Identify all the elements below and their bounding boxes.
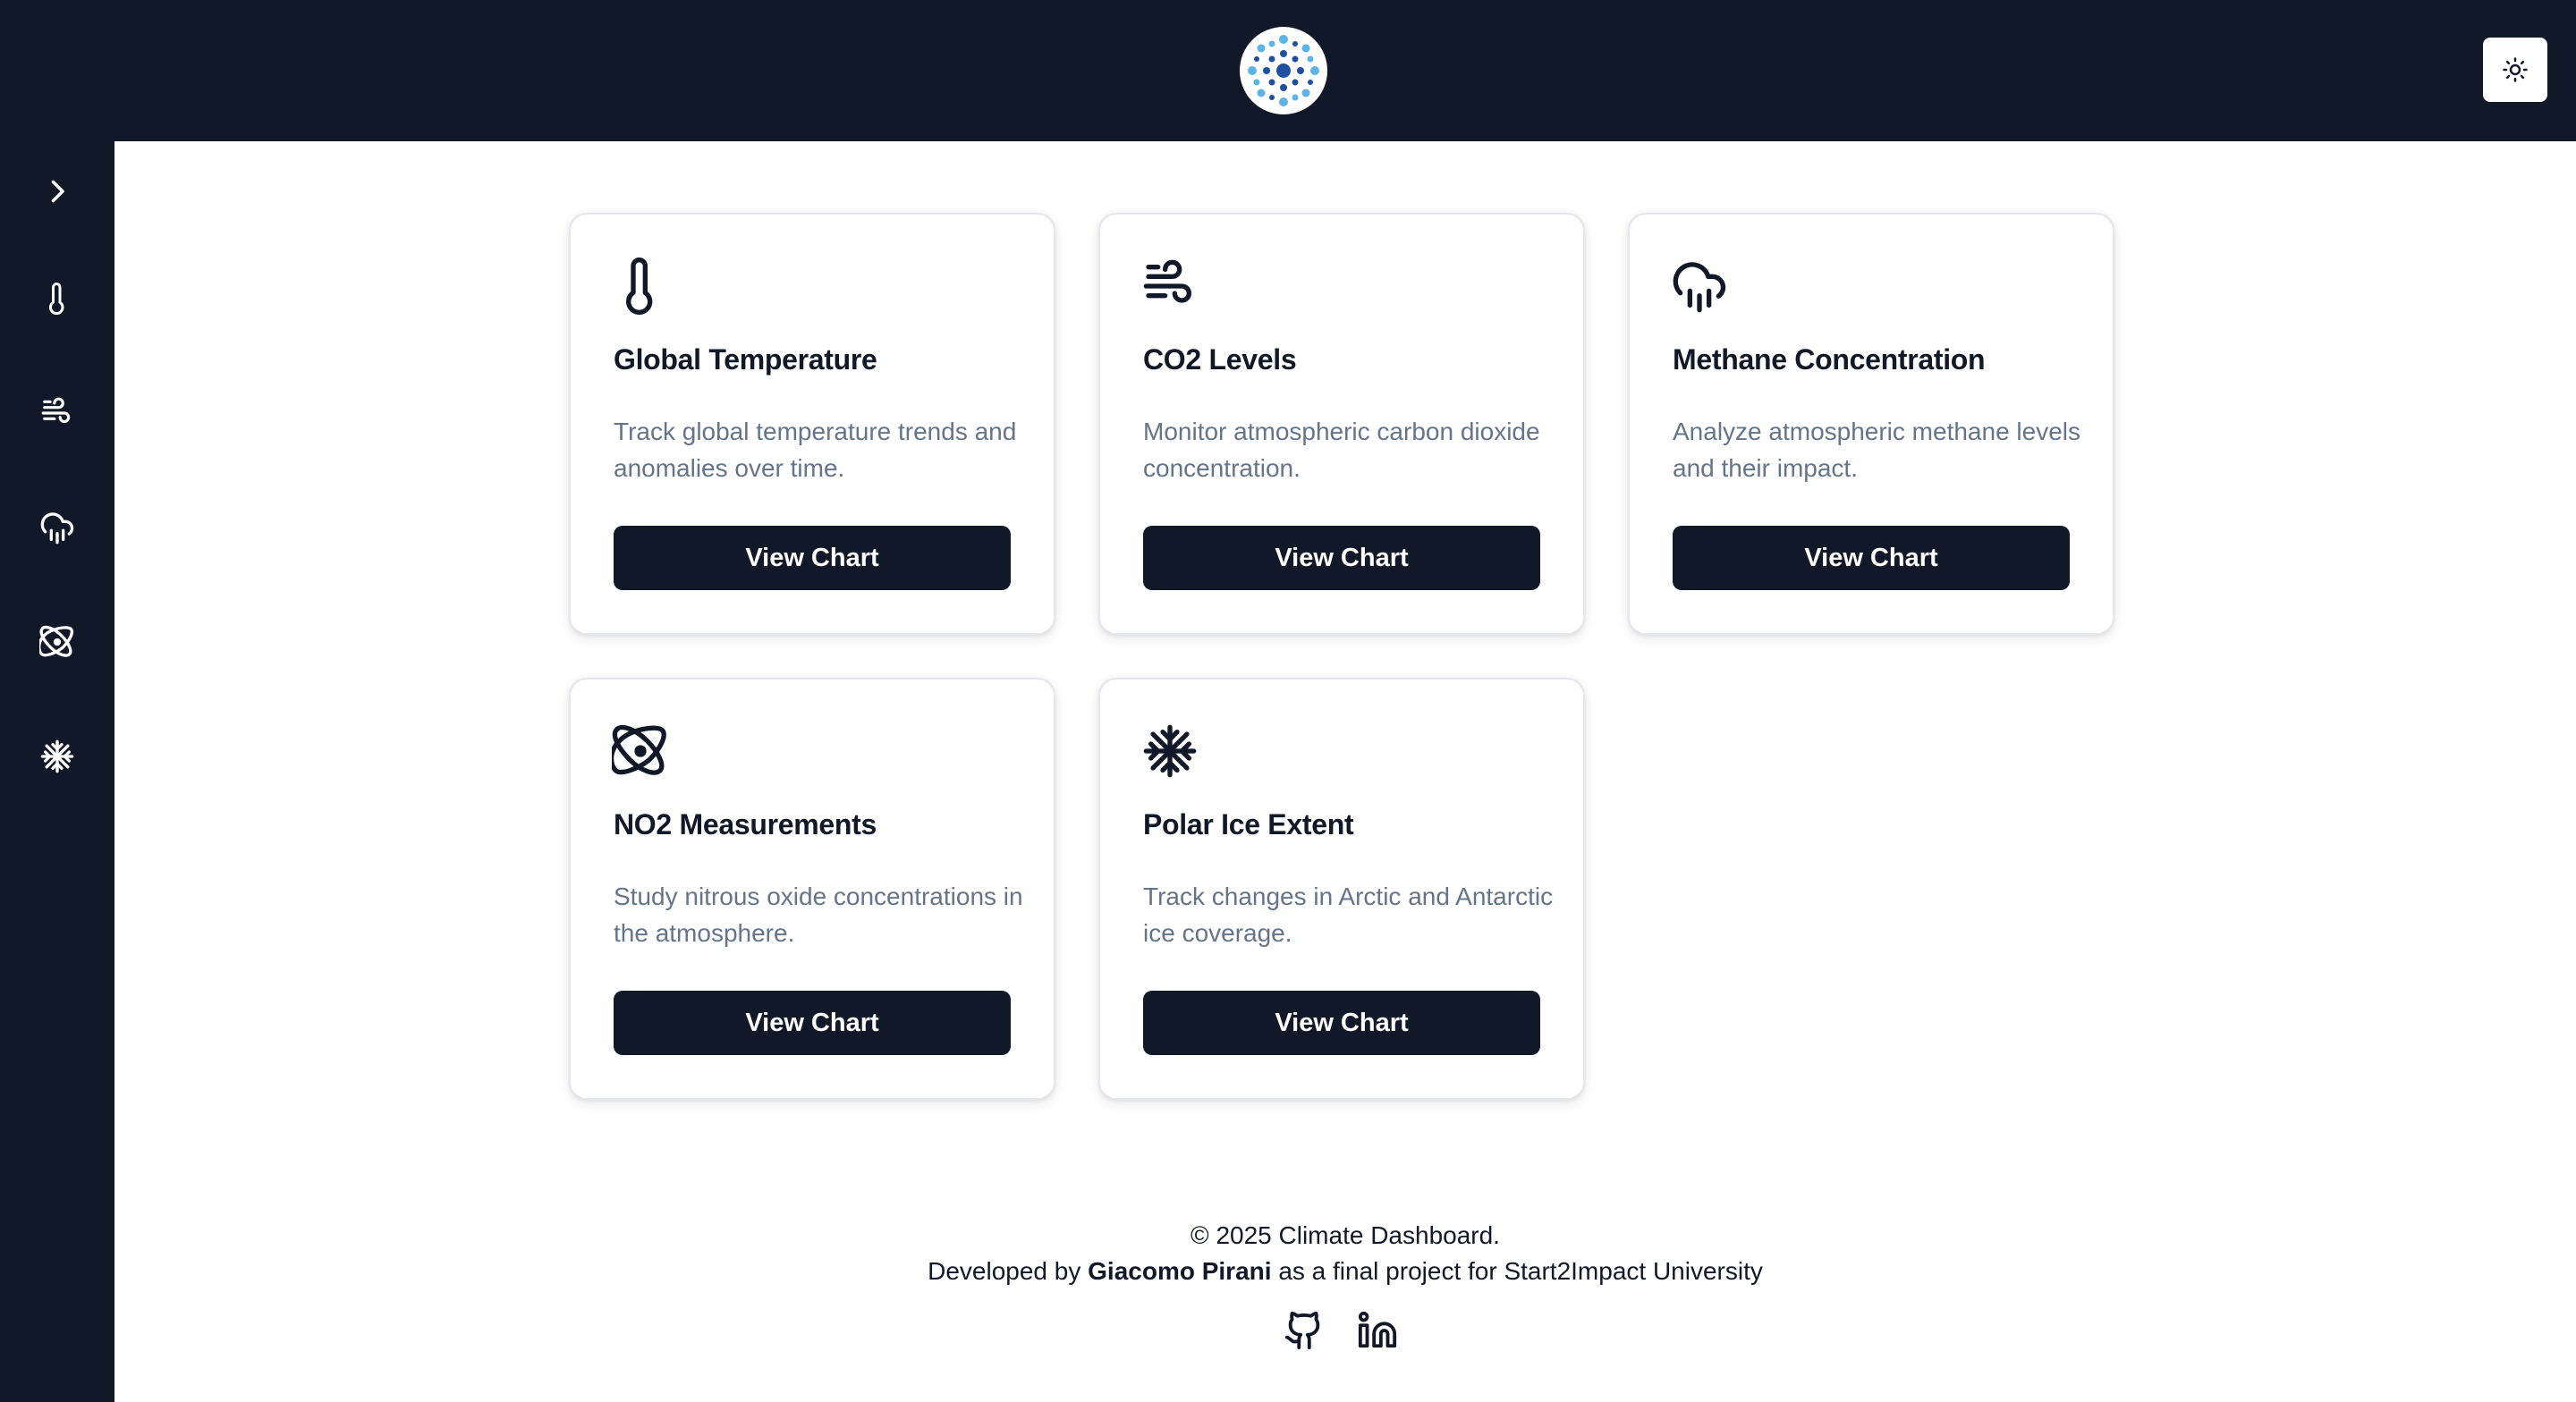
card-title: Methane Concentration	[1673, 343, 1986, 376]
sidebar-expand-button[interactable]	[0, 156, 114, 227]
sidebar-item-polar-ice[interactable]	[0, 721, 114, 792]
card-title: NO2 Measurements	[614, 808, 877, 840]
card-description: Analyze atmospheric methane levels and t…	[1673, 418, 2081, 482]
footer-author: Giacomo Pirani	[1088, 1257, 1272, 1285]
github-link[interactable]	[1279, 1305, 1329, 1356]
chevron-right-icon	[51, 180, 64, 203]
sidebar-item-no2[interactable]	[0, 606, 114, 678]
snowflake-icon	[1143, 724, 1197, 778]
sidebar-item-co2[interactable]	[0, 377, 114, 449]
view-chart-button[interactable]: View Chart	[1143, 991, 1540, 1055]
top-bar	[0, 0, 2576, 141]
card-title: Polar Ice Extent	[1143, 808, 1354, 840]
card-no2-measurements: NO2 Measurements Study nitrous oxide con…	[569, 678, 1055, 1100]
sidebar-item-methane[interactable]	[0, 492, 114, 563]
sun-icon	[2503, 57, 2528, 82]
card-title: CO2 Levels	[1143, 343, 1297, 376]
view-chart-button[interactable]: View Chart	[1673, 526, 2070, 590]
footer-copyright: © 2025 Climate Dashboard.	[1191, 1221, 1500, 1249]
atom-icon	[39, 625, 73, 657]
sidebar-item-temperature[interactable]	[0, 263, 114, 334]
theme-toggle-button[interactable]	[2483, 38, 2547, 102]
linkedin-link[interactable]	[1352, 1305, 1402, 1356]
view-chart-button[interactable]: View Chart	[614, 526, 1011, 590]
card-co2-levels: CO2 Levels Monitor atmospheric carbon di…	[1098, 213, 1585, 635]
footer-credits: Developed by Giacomo Pirani as a final p…	[114, 1254, 2576, 1289]
wind-icon	[41, 397, 71, 424]
footer-developed-prefix: Developed by	[928, 1257, 1081, 1285]
card-polar-ice-extent: Polar Ice Extent Track changes in Arctic…	[1098, 678, 1585, 1100]
view-chart-button[interactable]: View Chart	[1143, 526, 1540, 590]
atom-icon	[612, 724, 666, 775]
linkedin-icon	[1358, 1311, 1397, 1348]
footer-developed-suffix: as a final project for Start2Impact Univ…	[1278, 1257, 1763, 1285]
snowflake-icon	[40, 739, 74, 773]
github-icon	[1284, 1311, 1320, 1350]
card-methane-concentration: Methane Concentration Analyze atmospheri…	[1628, 213, 2114, 635]
card-description: Monitor atmospheric carbon dioxide conce…	[1143, 418, 1540, 482]
wind-icon	[1143, 259, 1191, 303]
thermometer-icon	[626, 258, 653, 315]
cloud-rain-icon	[1673, 262, 1726, 313]
card-description: Study nitrous oxide concentrations in th…	[614, 883, 1023, 947]
climate-logo-icon[interactable]	[1240, 27, 1327, 114]
card-global-temperature: Global Temperature Track global temperat…	[569, 213, 1055, 635]
card-description: Track changes in Arctic and Antarctic ic…	[1143, 883, 1554, 947]
cloud-rain-icon	[40, 512, 74, 545]
thermometer-icon	[49, 283, 64, 315]
sidebar	[0, 141, 114, 1402]
view-chart-button[interactable]: View Chart	[614, 991, 1011, 1055]
card-title: Global Temperature	[614, 343, 877, 376]
footer: © 2025 Climate Dashboard. Developed by G…	[114, 1218, 2576, 1289]
card-description: Track global temperature trends and anom…	[614, 418, 1017, 482]
